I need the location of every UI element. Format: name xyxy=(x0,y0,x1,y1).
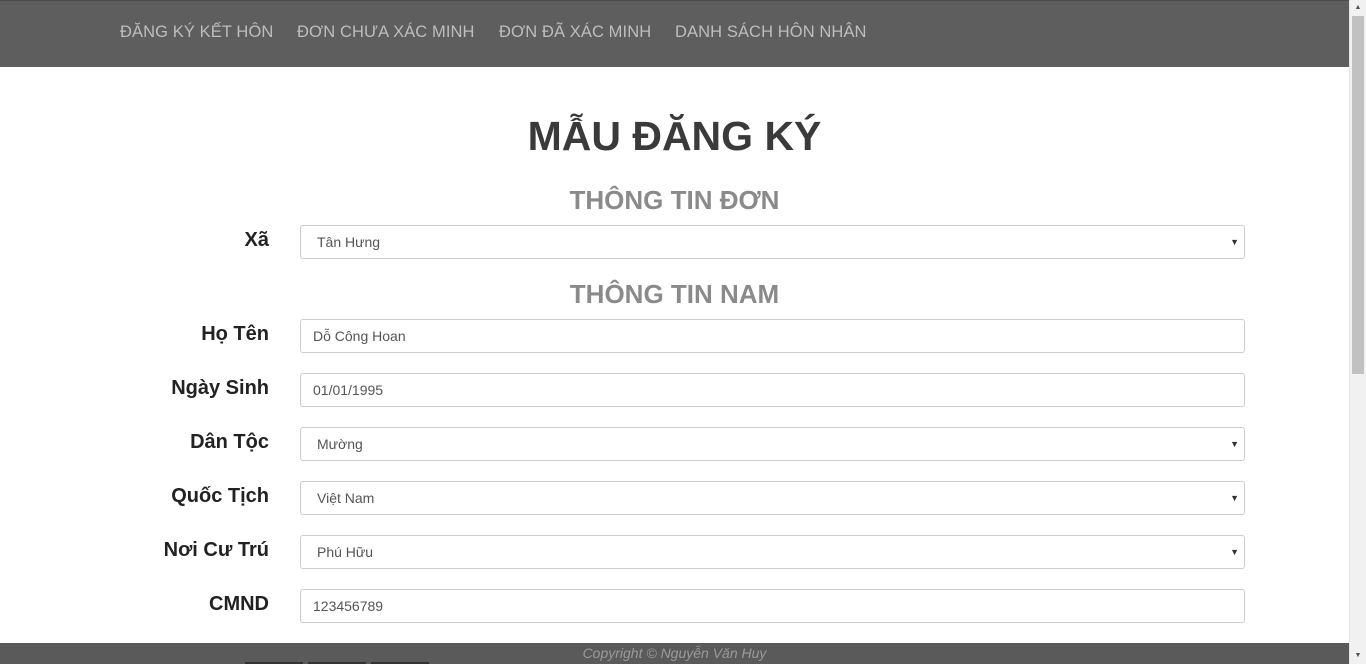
id-number-input[interactable]: 123456789 xyxy=(300,589,1245,623)
nav-marriage-list[interactable]: DANH SÁCH HÔN NHÂN xyxy=(675,23,867,42)
commune-label: Xã xyxy=(244,229,269,251)
ethnicity-selected-value: Mường xyxy=(317,436,363,452)
scroll-up-arrow-icon[interactable]: ▲ xyxy=(1350,0,1366,16)
commune-selected-value: Tân Hưng xyxy=(317,234,381,250)
chevron-down-icon: ▼ xyxy=(1230,547,1239,557)
top-navbar: ĐĂNG KÝ KẾT HÔN ĐƠN CHƯA XÁC MINH ĐƠN ĐÃ… xyxy=(0,0,1349,67)
chevron-down-icon: ▼ xyxy=(1230,237,1239,247)
section-title-application-info: THÔNG TIN ĐƠN xyxy=(569,185,780,215)
scroll-down-arrow-icon[interactable]: ▼ xyxy=(1350,648,1366,664)
birth-date-label: Ngày Sinh xyxy=(171,377,269,399)
page-title: MẪU ĐĂNG KÝ xyxy=(527,113,822,159)
nationality-selected-value: Việt Nam xyxy=(317,490,375,506)
section-title-male-info: THÔNG TIN NAM xyxy=(569,279,780,309)
chevron-down-icon: ▼ xyxy=(1230,493,1239,503)
footer-copyright: Copyright © Nguyễn Văn Huy xyxy=(582,645,767,661)
ethnicity-label: Dân Tộc xyxy=(190,431,269,453)
page: ĐĂNG KÝ KẾT HÔN ĐƠN CHƯA XÁC MINH ĐƠN ĐÃ… xyxy=(0,0,1366,664)
id-number-label: CMND xyxy=(209,593,269,615)
scrollbar-thumb[interactable] xyxy=(1352,16,1364,374)
footer: Copyright © Nguyễn Văn Huy xyxy=(0,643,1349,664)
residence-label: Nơi Cư Trú xyxy=(163,539,269,561)
nav-unverified-applications[interactable]: ĐƠN CHƯA XÁC MINH xyxy=(297,23,475,42)
chevron-down-icon: ▼ xyxy=(1230,439,1239,449)
birth-date-input[interactable]: 01/01/1995 xyxy=(300,373,1245,407)
commune-select[interactable]: Tân Hưng ▼ xyxy=(300,225,1245,259)
residence-select[interactable]: Phú Hữu ▼ xyxy=(300,535,1245,569)
ethnicity-select[interactable]: Mường ▼ xyxy=(300,427,1245,461)
residence-selected-value: Phú Hữu xyxy=(317,544,374,560)
full-name-label: Họ Tên xyxy=(201,323,269,345)
vertical-scrollbar[interactable]: ▲ ▼ xyxy=(1349,0,1366,664)
nationality-select[interactable]: Việt Nam ▼ xyxy=(300,481,1245,515)
full-name-input[interactable]: Dỗ Công Hoan xyxy=(300,319,1245,353)
nationality-label: Quốc Tịch xyxy=(171,485,269,507)
nav-register-marriage[interactable]: ĐĂNG KÝ KẾT HÔN xyxy=(120,23,273,42)
nav-verified-applications[interactable]: ĐƠN ĐÃ XÁC MINH xyxy=(499,23,651,42)
